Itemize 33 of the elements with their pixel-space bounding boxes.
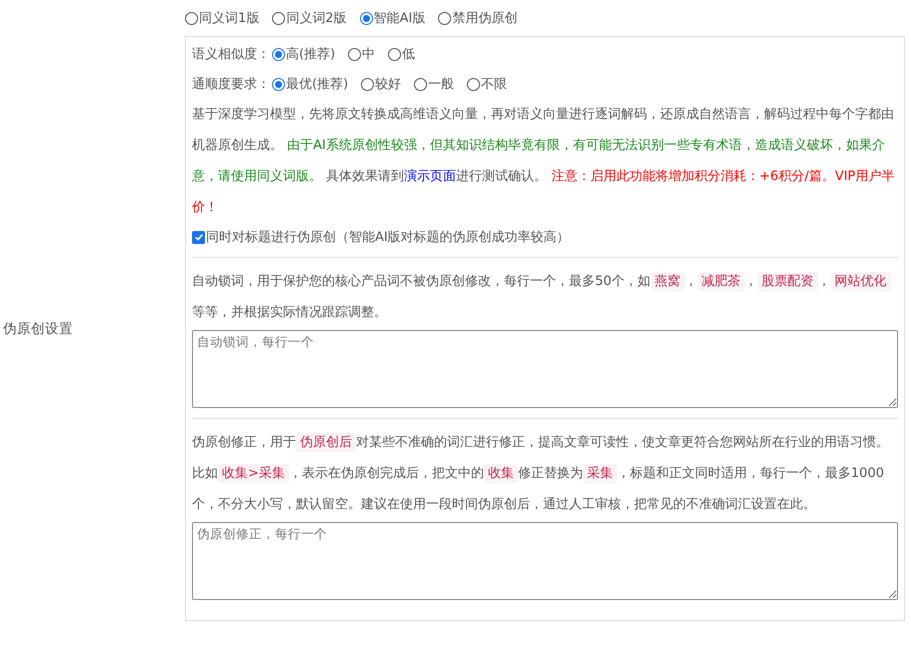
option-label: 一般 xyxy=(428,76,454,93)
radio-button[interactable] xyxy=(361,78,374,90)
description-text: 基于深度学习模型，先将原文转换成高维语义向量，再对语义向量进行逐词解码，还原成自然语言，解码过程中每个字都由机器原创生成。 由于AI系统原创性较强，但其知识结构毕竟有限，有可能无法识别一些专有术语，造成语义破坏，如果介意，请使用同义词版。 具体效果请到演示页面进行测试确认。 注意：启用此功能将增加积分消耗：+6积分/篇。VIP用户半价！ xyxy=(192,106,896,217)
section-label: 伪原创设置 xyxy=(2,320,73,338)
lock-words-field[interactable]: 自动锁词，每行一个 xyxy=(192,330,898,408)
checkbox[interactable] xyxy=(192,230,205,244)
radio-button[interactable] xyxy=(272,48,285,60)
option-label: 智能AI版 xyxy=(374,10,426,27)
option-label: 高(推荐) xyxy=(286,46,336,63)
description-text: 伪原创修正，用于 伪原创后 对某些不准确的词汇进行修正，提高文章可读性，使文章更符合您网站所在行业的用语习惯。比如 收集>采集 ，表示在伪原创完成后，把文中的 收集 修正替换为 采集 ，标题和正文同时适用，每行一个，最多1000个，不分大小写，默认留空。建议在使用一段时间伪原创后，通过人工审核，把常见的不准确词汇设置在此。 xyxy=(192,432,890,514)
radio-button[interactable] xyxy=(185,12,198,24)
radio-button[interactable] xyxy=(272,78,285,90)
field-label: 语义相似度： xyxy=(192,46,270,63)
radio-button[interactable] xyxy=(388,48,402,60)
radio-button[interactable] xyxy=(360,12,373,24)
radio-button[interactable] xyxy=(438,12,452,24)
radio-button[interactable] xyxy=(348,48,362,60)
demo-page-link[interactable]: 演示页面 xyxy=(404,169,456,184)
field-label: 通顺度要求： xyxy=(192,76,270,93)
option-label: 不限 xyxy=(481,76,508,93)
option-label: 同义词2版 xyxy=(286,10,347,27)
option-label: 低 xyxy=(402,46,416,63)
checkbox-label: 同时对标题进行伪原创（智能AI版对标题的伪原创成功率较高） xyxy=(206,229,570,246)
description-text: 自动锁词，用于保护您的核心产品词不被伪原创修改，每行一个，最多50个，如 燕窝 ， 减肥茶 ， 股票配资 ， 网站优化 等等，并根据实际情况跟踪调整。 xyxy=(192,266,898,328)
option-label: 最优(推荐) xyxy=(286,76,348,93)
corrections-field[interactable]: 伪原创修正，每行一个 xyxy=(192,522,898,600)
option-label: 同义词1版 xyxy=(199,10,260,27)
option-label: 禁用伪原创 xyxy=(452,10,518,27)
option-label: 较好 xyxy=(375,76,402,93)
radio-button[interactable] xyxy=(414,78,428,90)
radio-button[interactable] xyxy=(272,12,286,24)
radio-button[interactable] xyxy=(467,78,480,90)
option-label: 中 xyxy=(362,46,376,63)
